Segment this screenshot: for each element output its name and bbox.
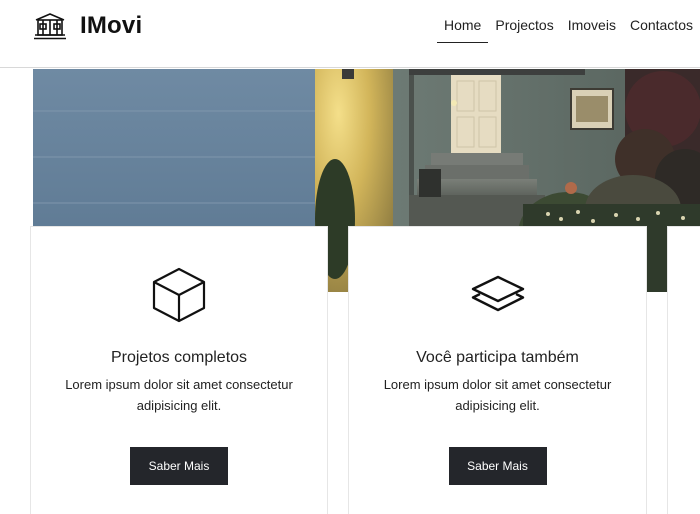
nav-item-home[interactable]: Home [437, 14, 489, 43]
card-title: Projetos completos [110, 349, 248, 366]
nav-item-contactos[interactable]: Contactos [623, 14, 700, 42]
house-icon [34, 13, 66, 40]
nav-item-imoveis[interactable]: Imoveis [561, 14, 623, 42]
saber-mais-button[interactable]: Saber Mais [448, 447, 547, 485]
card-title: Você participa também [416, 349, 579, 366]
brand-link[interactable]: IMovi [33, 10, 142, 42]
main-nav: Home Projectos Imoveis Contactos [437, 14, 700, 43]
layers-icon [471, 275, 524, 312]
brand-name: IMovi [80, 12, 143, 39]
card-text: Lorem ipsum dolor sit amet consectetur a… [383, 377, 612, 413]
card-text: Lorem ipsum dolor sit amet consectetur a… [65, 377, 293, 413]
top-navbar: IMovi Home Projectos Imoveis Contactos [0, 0, 700, 68]
feature-card-partial [667, 226, 700, 514]
feature-card: Você participa também Lorem ipsum dolor … [348, 226, 647, 514]
feature-card: Projetos completos Lorem ipsum dolor sit… [30, 226, 328, 514]
box-icon [152, 267, 206, 323]
nav-item-projectos[interactable]: Projectos [488, 14, 560, 42]
saber-mais-button[interactable]: Saber Mais [130, 447, 228, 485]
